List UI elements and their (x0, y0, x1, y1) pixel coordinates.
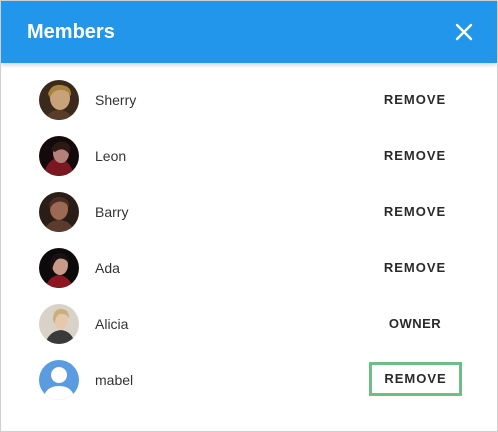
member-row: Leon REMOVE (1, 128, 497, 184)
remove-button[interactable]: REMOVE (369, 142, 461, 170)
remove-button[interactable]: REMOVE (369, 254, 461, 282)
avatar (39, 80, 79, 120)
close-icon (455, 23, 473, 41)
remove-button[interactable]: REMOVE (369, 86, 461, 114)
member-name: Leon (95, 148, 127, 164)
member-name: Sherry (95, 92, 137, 108)
member-row: Ada REMOVE (1, 240, 497, 296)
remove-button[interactable]: REMOVE (369, 362, 462, 396)
owner-label: OWNER (388, 316, 442, 331)
member-name: Barry (95, 204, 129, 220)
avatar (39, 192, 79, 232)
default-user-icon (39, 360, 79, 400)
member-name: Ada (95, 260, 120, 276)
member-name: Alicia (95, 316, 129, 332)
dialog-title: Members (27, 21, 115, 43)
member-row: Barry REMOVE (1, 184, 497, 240)
close-button[interactable] (451, 19, 477, 45)
avatar (39, 136, 79, 176)
avatar (39, 248, 79, 288)
member-list: Sherry REMOVE Leon REMOVE Barry REMOVE A… (1, 72, 497, 408)
member-row: Sherry REMOVE (1, 72, 497, 128)
avatar (39, 304, 79, 344)
member-row: mabel REMOVE (1, 352, 497, 408)
dialog-header: Members (1, 1, 497, 63)
member-name: mabel (95, 372, 134, 388)
members-dialog: Members Sherry REMOVE Leon REMOVE Barry … (0, 0, 498, 432)
member-row: Alicia OWNER (1, 296, 497, 352)
remove-button[interactable]: REMOVE (369, 198, 461, 226)
